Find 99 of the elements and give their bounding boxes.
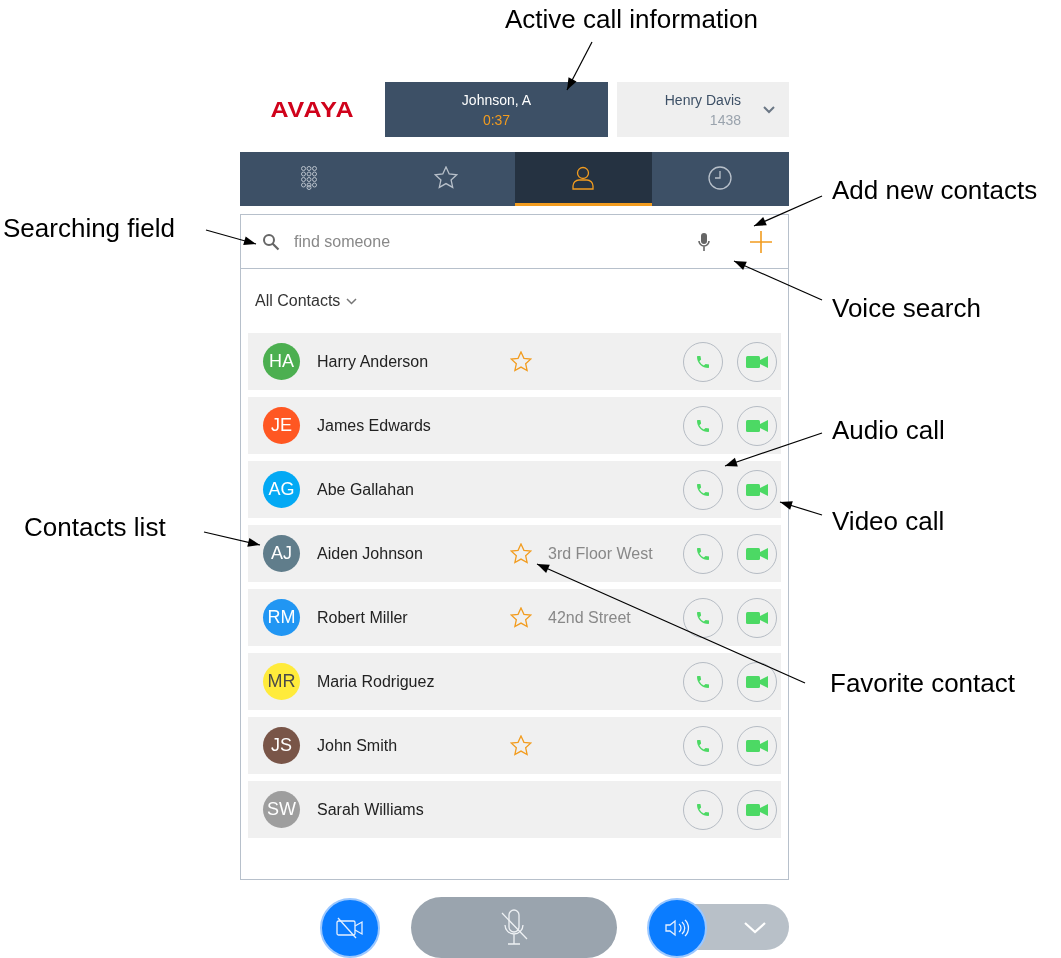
callout-label: Active call information bbox=[505, 4, 758, 34]
contact-row[interactable]: AG Abe Gallahan bbox=[248, 461, 781, 518]
filter-label: All Contacts bbox=[255, 292, 341, 310]
arrow bbox=[753, 195, 823, 227]
dialpad-icon bbox=[300, 165, 317, 190]
phone-icon bbox=[695, 353, 711, 370]
contact-row[interactable]: RM Robert Miller 42nd Street bbox=[248, 589, 781, 646]
contact-name: Sarah Williams bbox=[317, 800, 425, 819]
tab[interactable] bbox=[514, 152, 652, 206]
arrow bbox=[203, 531, 261, 547]
arrow bbox=[205, 229, 257, 246]
phone-icon bbox=[695, 673, 711, 690]
contact-name: Harry Anderson bbox=[317, 352, 430, 371]
avatar: JE bbox=[263, 407, 300, 444]
phone-icon bbox=[695, 801, 711, 818]
arrow bbox=[779, 501, 823, 516]
avatar: MR bbox=[263, 663, 300, 700]
contact-name: John Smith bbox=[317, 736, 399, 755]
caller-name: Johnson, A bbox=[461, 91, 532, 108]
contact-row[interactable]: JE James Edwards bbox=[248, 397, 781, 454]
audio-call-button[interactable] bbox=[683, 405, 723, 446]
contact-row[interactable]: AJ Aiden Johnson 3rd Floor West bbox=[248, 525, 781, 582]
contact-row[interactable]: SW Sarah Williams bbox=[248, 781, 781, 838]
audio-call-button[interactable] bbox=[683, 469, 723, 510]
contact-row[interactable]: HA Harry Anderson bbox=[248, 333, 781, 390]
callout-label: Add new contacts bbox=[832, 175, 1038, 205]
audio-call-button[interactable] bbox=[683, 533, 723, 574]
star-icon[interactable] bbox=[510, 351, 532, 372]
video-call-button[interactable] bbox=[737, 661, 777, 702]
microphone-off-icon bbox=[499, 907, 529, 948]
filter-dropdown[interactable]: All Contacts bbox=[241, 269, 372, 333]
audio-call-button[interactable] bbox=[683, 725, 723, 766]
callout-label: Contacts list bbox=[24, 512, 166, 542]
callout-label: Audio call bbox=[832, 415, 945, 445]
callout-label: Favorite contact bbox=[830, 668, 1015, 698]
call-duration: 0:37 bbox=[482, 111, 511, 128]
video-camera-icon bbox=[746, 482, 768, 497]
add-icon[interactable] bbox=[750, 230, 772, 253]
line-selector[interactable]: Henry Davis 1438 bbox=[617, 82, 789, 137]
phone-icon bbox=[695, 481, 711, 498]
contact-name: Abe Gallahan bbox=[317, 480, 415, 499]
audio-call-button[interactable] bbox=[683, 661, 723, 702]
video-camera-icon bbox=[746, 738, 768, 753]
callout-label: Video call bbox=[832, 506, 945, 536]
video-call-button[interactable] bbox=[737, 725, 777, 766]
arrow bbox=[566, 41, 593, 91]
search-icon bbox=[262, 232, 280, 251]
avatar: HA bbox=[263, 343, 300, 380]
avatar: RM bbox=[263, 599, 300, 636]
avatar: SW bbox=[263, 791, 300, 828]
avatar: JS bbox=[263, 727, 300, 764]
video-call-button[interactable] bbox=[737, 469, 777, 510]
extension-number: 1438 bbox=[709, 111, 741, 128]
video-camera-icon bbox=[746, 802, 768, 817]
active-call-panel[interactable]: Johnson, A 0:37 bbox=[385, 82, 608, 137]
microphone-icon[interactable] bbox=[698, 231, 710, 252]
video-camera-icon bbox=[746, 610, 768, 625]
avatar: AJ bbox=[263, 535, 300, 572]
video-call-button[interactable] bbox=[737, 789, 777, 830]
audio-call-button[interactable] bbox=[683, 341, 723, 382]
callout-label: Searching field bbox=[3, 213, 175, 243]
contact-name: James Edwards bbox=[317, 416, 432, 435]
chevron-down-icon bbox=[763, 105, 775, 114]
video-call-button[interactable] bbox=[737, 533, 777, 574]
contact-location: 3rd Floor West bbox=[548, 544, 653, 563]
callout-label: Voice search bbox=[832, 293, 981, 323]
contact-row[interactable]: JS John Smith bbox=[248, 717, 781, 774]
video-camera-icon bbox=[746, 546, 768, 561]
video-camera-icon bbox=[746, 674, 768, 689]
chevron-down-icon bbox=[346, 297, 358, 305]
video-camera-icon bbox=[746, 418, 768, 433]
star-icon bbox=[433, 166, 458, 189]
phone-icon bbox=[695, 737, 711, 754]
user-name: Henry Davis bbox=[664, 91, 741, 108]
search-field[interactable]: find someone bbox=[294, 232, 684, 251]
video-call-button[interactable] bbox=[737, 597, 777, 638]
video-call-button[interactable] bbox=[737, 405, 777, 446]
speaker-selector[interactable] bbox=[649, 897, 789, 958]
contact-row[interactable]: MR Maria Rodriguez bbox=[248, 653, 781, 710]
contact-location: 42nd Street bbox=[548, 608, 631, 627]
video-call-button[interactable] bbox=[737, 341, 777, 382]
contact-name: Robert Miller bbox=[317, 608, 409, 627]
star-icon[interactable] bbox=[510, 607, 532, 628]
star-icon[interactable] bbox=[510, 543, 532, 564]
clock-icon bbox=[708, 165, 733, 190]
star-icon[interactable] bbox=[510, 735, 532, 756]
logo: AVAYA bbox=[270, 97, 355, 122]
audio-call-button[interactable] bbox=[683, 597, 723, 638]
avatar: AG bbox=[263, 471, 300, 508]
phone-icon bbox=[695, 417, 711, 434]
video-camera-icon bbox=[746, 354, 768, 369]
phone-icon bbox=[695, 609, 711, 626]
contact-name: Aiden Johnson bbox=[317, 544, 424, 563]
person-icon bbox=[572, 165, 595, 190]
contact-name: Maria Rodriguez bbox=[317, 672, 436, 691]
audio-call-button[interactable] bbox=[683, 789, 723, 830]
chevron-down-icon[interactable] bbox=[744, 921, 766, 934]
camera-off-icon bbox=[335, 916, 365, 939]
phone-icon bbox=[695, 545, 711, 562]
